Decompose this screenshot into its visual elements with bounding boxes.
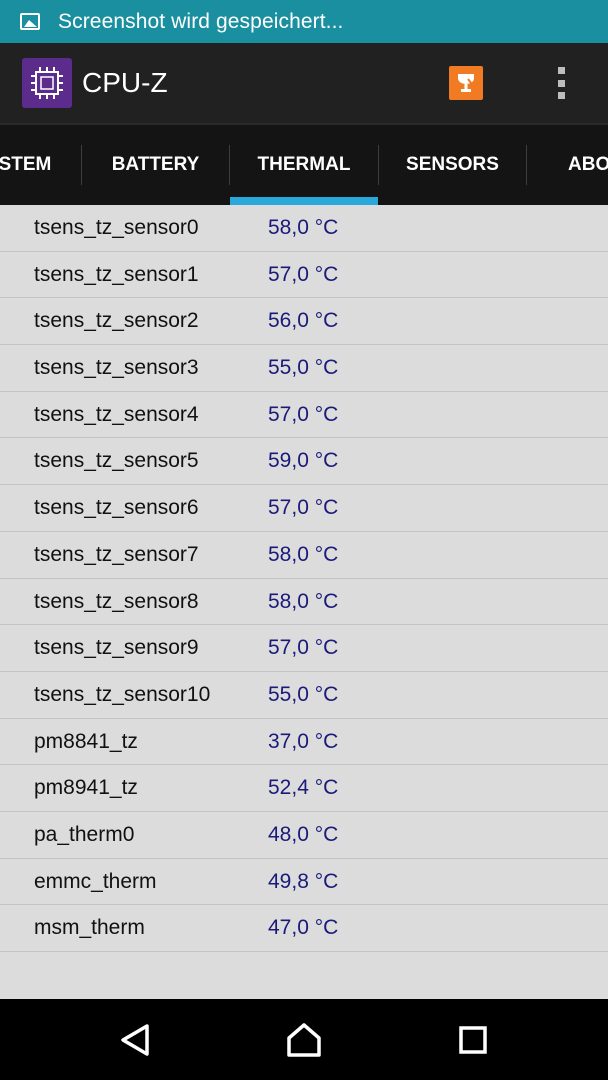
overflow-dot [557,79,565,87]
overflow-menu-icon [557,67,565,74]
tab-label: SENSORS [406,154,499,175]
sensor-name: tsens_tz_sensor10 [34,682,211,706]
status-bar: Screenshot wird gespeichert... [0,0,608,43]
list-item: tsens_tz_sensor8 58,0 °C [0,579,608,626]
sensor-name: tsens_tz_sensor9 [34,636,199,660]
tab-about[interactable]: ABO [560,125,608,205]
sensor-name: tsens_tz_sensor2 [34,309,199,333]
sensor-value: 57,0 °C [268,402,339,426]
sensor-value: 55,0 °C [268,356,339,380]
list-item: tsens_tz_sensor7 58,0 °C [0,532,608,579]
validation-button[interactable] [449,66,483,100]
list-item: tsens_tz_sensor1 57,0 °C [0,252,608,299]
sensor-name: tsens_tz_sensor5 [34,449,199,473]
sensor-value: 37,0 °C [268,729,339,753]
sensor-name: msm_therm [34,916,145,940]
overflow-dot [557,92,565,99]
app-title: CPU-Z [82,67,168,98]
sensor-name: tsens_tz_sensor8 [34,589,199,613]
sensor-value: 58,0 °C [268,216,339,239]
validation-cup-icon [458,74,475,92]
tab-label: BATTERY [111,154,200,175]
tab-thermal[interactable]: THERMAL [230,125,378,205]
list-item: tsens_tz_sensor2 56,0 °C [0,298,608,346]
recents-button[interactable] [448,1017,498,1063]
tab-label: STEM [0,154,52,175]
recents-square-icon [459,1026,487,1054]
list-item: tsens_tz_sensor0 58,0 °C [0,205,608,252]
selected-tab-indicator [230,197,378,205]
sensor-name: pa_therm0 [34,822,135,846]
sensor-name: tsens_tz_sensor0 [34,216,199,239]
list-item: pm8941_tz 52,4 °C [0,765,608,812]
home-icon [287,1023,321,1057]
app-bar: CPU-Z [0,43,608,123]
home-button[interactable] [279,1017,329,1063]
back-button[interactable] [110,1017,160,1063]
sensor-value: 57,0 °C [268,496,339,520]
sensor-name: pm8941_tz [34,776,138,800]
sensor-name: tsens_tz_sensor6 [34,496,199,520]
tab-battery[interactable]: BATTERY [82,125,229,205]
sensor-value: 58,0 °C [268,542,339,566]
sensor-value: 59,0 °C [268,449,339,473]
sensor-value: 57,0 °C [268,262,339,286]
list-item: tsens_tz_sensor9 57,0 °C [0,625,608,672]
list-item: tsens_tz_sensor3 55,0 °C [0,345,608,392]
list-item: msm_therm 47,0 °C [0,905,608,952]
sensor-name: tsens_tz_sensor1 [34,262,199,286]
tab-label: ABO [568,154,608,175]
back-triangle-icon [121,1024,149,1056]
sensor-name: pm8841_tz [34,729,138,753]
list-item: pm8841_tz 37,0 °C [0,719,608,766]
list-item: tsens_tz_sensor6 57,0 °C [0,485,608,532]
sensor-name: tsens_tz_sensor7 [34,542,199,566]
tab-system[interactable]: STEM [0,125,60,205]
tab-label: THERMAL [257,154,351,175]
sensor-value: 47,0 °C [268,916,339,940]
list-item: tsens_tz_sensor5 59,0 °C [0,438,608,486]
thermal-list[interactable]: tsens_tz_sensor0 58,0 °C tsens_tz_sensor… [0,205,608,999]
tab-sensors[interactable]: SENSORS [379,125,526,205]
sensor-name: tsens_tz_sensor4 [34,402,199,426]
list-item: tsens_tz_sensor10 55,0 °C [0,672,608,719]
sensor-name: tsens_tz_sensor3 [34,356,199,380]
sensor-value: 56,0 °C [268,309,339,333]
sensor-value: 52,4 °C [268,776,339,800]
sensor-value: 55,0 °C [268,682,339,706]
sensor-name: emmc_therm [34,869,157,893]
cpu-chip-icon [22,58,72,108]
sensor-value: 49,8 °C [268,869,339,893]
list-item: pa_therm0 48,0 °C [0,812,608,859]
tab-divider [526,145,527,185]
tab-strip: STEM BATTERY THERMAL SENSORS ABO [0,123,608,205]
sensor-value: 58,0 °C [268,589,339,613]
navigation-bar [0,999,608,1080]
overflow-menu-button[interactable] [548,63,574,103]
list-item: tsens_tz_sensor4 57,0 °C [0,392,608,439]
image-icon [20,13,40,30]
notification-text: Screenshot wird gespeichert... [58,9,344,33]
sensor-value: 48,0 °C [268,822,339,846]
list-item: emmc_therm 49,8 °C [0,859,608,906]
sensor-value: 57,0 °C [268,636,339,660]
